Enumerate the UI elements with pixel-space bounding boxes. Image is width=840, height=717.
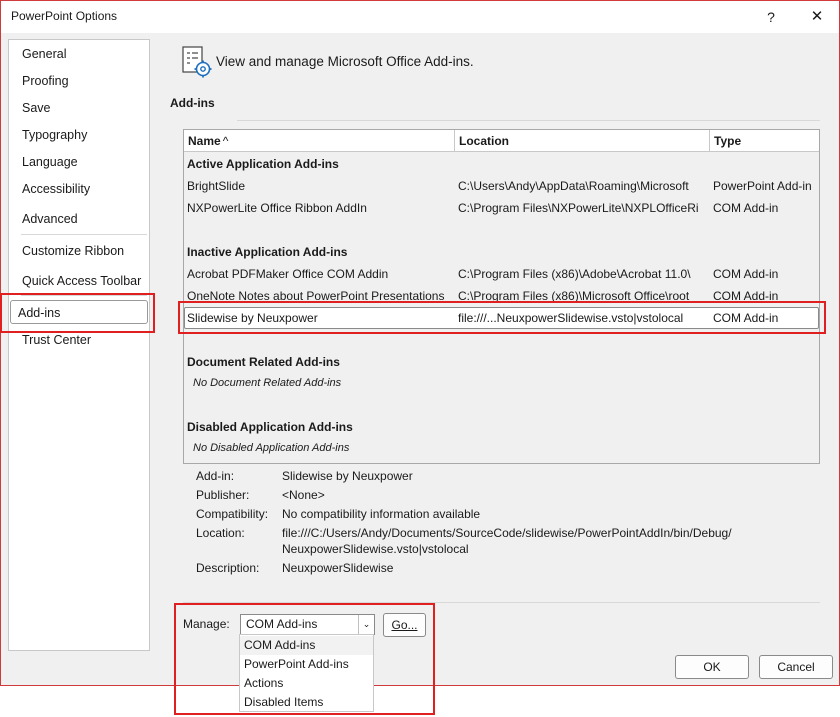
column-header-type[interactable]: Type <box>710 130 819 152</box>
sidebar-item-proofing[interactable]: Proofing <box>15 69 145 93</box>
section-divider <box>237 120 820 121</box>
sidebar-divider <box>21 295 147 296</box>
help-button[interactable]: ? <box>759 5 783 29</box>
addin-type: COM Add-in <box>713 311 779 325</box>
column-header-location[interactable]: Location <box>455 130 710 152</box>
manage-selected-value: COM Add-ins <box>246 617 318 631</box>
addin-type: COM Add-in <box>713 289 779 303</box>
ok-button[interactable]: OK <box>675 655 749 679</box>
table-row[interactable]: BrightSlide C:\Users\Andy\AppData\Roamin… <box>184 175 819 197</box>
addins-table: Name ^ Location Type Active Application A… <box>183 129 820 464</box>
dropdown-option-com-addins[interactable]: COM Add-ins <box>240 636 373 655</box>
detail-value-description: NeuxpowerSlidewise <box>282 561 394 575</box>
sidebar-item-add-ins[interactable]: Add-ins <box>10 300 148 324</box>
group-heading-active: Active Application Add-ins <box>187 157 339 171</box>
close-button[interactable]: ✕ <box>805 5 829 29</box>
manage-dropdown[interactable]: COM Add-ins ⌄ <box>240 614 375 635</box>
table-row-selected[interactable]: Slidewise by Neuxpower file:///...Neuxpo… <box>184 307 819 329</box>
addin-location: C:\Program Files (x86)\Microsoft Office\… <box>458 289 690 303</box>
addin-location: C:\Program Files (x86)\Adobe\Acrobat 11.… <box>458 267 691 281</box>
dropdown-option-disabled-items[interactable]: Disabled Items <box>240 693 373 712</box>
sidebar-item-typography[interactable]: Typography <box>15 123 145 147</box>
dropdown-option-actions[interactable]: Actions <box>240 674 373 693</box>
header-description: View and manage Microsoft Office Add-ins… <box>216 54 474 69</box>
addin-name: OneNote Notes about PowerPoint Presentat… <box>187 289 445 303</box>
detail-label-publisher: Publisher: <box>196 488 250 502</box>
window-title: PowerPoint Options <box>11 9 118 23</box>
go-button[interactable]: Go... <box>383 613 426 637</box>
sidebar-item-advanced[interactable]: Advanced <box>15 207 145 231</box>
addins-gear-icon <box>182 46 212 78</box>
addin-name: BrightSlide <box>187 179 246 193</box>
sidebar-item-language[interactable]: Language <box>15 150 145 174</box>
empty-note-disabled: No Disabled Application Add-ins <box>193 442 350 454</box>
sidebar-item-accessibility[interactable]: Accessibility <box>15 177 145 201</box>
detail-label-addin: Add-in: <box>196 469 235 483</box>
sidebar-divider <box>21 234 147 235</box>
addin-type: COM Add-in <box>713 201 779 215</box>
table-row[interactable]: NXPowerLite Office Ribbon AddIn C:\Progr… <box>184 197 819 219</box>
cancel-button[interactable]: Cancel <box>759 655 833 679</box>
addin-type: PowerPoint Add-in <box>713 179 812 193</box>
title-bar: PowerPoint Options ? ✕ <box>1 1 839 33</box>
empty-note-document: No Document Related Add-ins <box>193 377 342 389</box>
table-row[interactable]: OneNote Notes about PowerPoint Presentat… <box>184 285 819 307</box>
group-heading-disabled: Disabled Application Add-ins <box>187 420 353 434</box>
addin-name: Slidewise by Neuxpower <box>187 311 318 325</box>
sidebar-item-save[interactable]: Save <box>15 96 145 120</box>
sidebar: General Proofing Save Typography Languag… <box>8 39 150 651</box>
column-header-name[interactable]: Name ^ <box>184 130 455 152</box>
detail-label-compatibility: Compatibility: <box>196 507 269 521</box>
detail-value-location-line2: NeuxpowerSlidewise.vsto|vstolocal <box>282 542 469 556</box>
sidebar-item-trust-center[interactable]: Trust Center <box>15 328 145 352</box>
dropdown-option-powerpoint-addins[interactable]: PowerPoint Add-ins <box>240 655 373 674</box>
section-title: Add-ins <box>170 96 215 110</box>
sidebar-item-quick-access-toolbar[interactable]: Quick Access Toolbar <box>15 269 145 293</box>
detail-value-compatibility: No compatibility information available <box>282 507 481 521</box>
manage-dropdown-list: COM Add-ins PowerPoint Add-ins Actions D… <box>239 634 374 712</box>
sidebar-item-general[interactable]: General <box>15 42 145 66</box>
addin-name: Acrobat PDFMaker Office COM Addin <box>187 267 389 281</box>
options-dialog: PowerPoint Options ? ✕ General Proofing … <box>0 0 840 686</box>
detail-label-description: Description: <box>196 561 260 575</box>
detail-label-location: Location: <box>196 526 245 540</box>
manage-label: Manage: <box>183 617 230 631</box>
sidebar-item-customize-ribbon[interactable]: Customize Ribbon <box>15 239 145 263</box>
sort-ascending-icon: ^ <box>222 134 229 148</box>
group-heading-inactive: Inactive Application Add-ins <box>187 245 348 259</box>
addin-location: file:///...NeuxpowerSlidewise.vsto|vstol… <box>458 311 684 325</box>
addin-name: NXPowerLite Office Ribbon AddIn <box>187 201 367 215</box>
addin-location: C:\Users\Andy\AppData\Roaming\Microsoft <box>458 179 689 193</box>
detail-value-addin: Slidewise by Neuxpower <box>282 469 413 483</box>
bottom-divider <box>183 602 820 603</box>
addin-type: COM Add-in <box>713 267 779 281</box>
chevron-down-icon[interactable]: ⌄ <box>358 615 374 634</box>
table-row[interactable]: Acrobat PDFMaker Office COM Addin C:\Pro… <box>184 263 819 285</box>
addin-location: C:\Program Files\NXPowerLite\NXPLOfficeR… <box>458 201 699 215</box>
column-header-name-label: Name <box>188 134 221 148</box>
group-heading-document: Document Related Add-ins <box>187 355 340 369</box>
detail-value-publisher: <None> <box>282 488 325 502</box>
detail-value-location-line1: file:///C:/Users/Andy/Documents/SourceCo… <box>282 526 732 540</box>
